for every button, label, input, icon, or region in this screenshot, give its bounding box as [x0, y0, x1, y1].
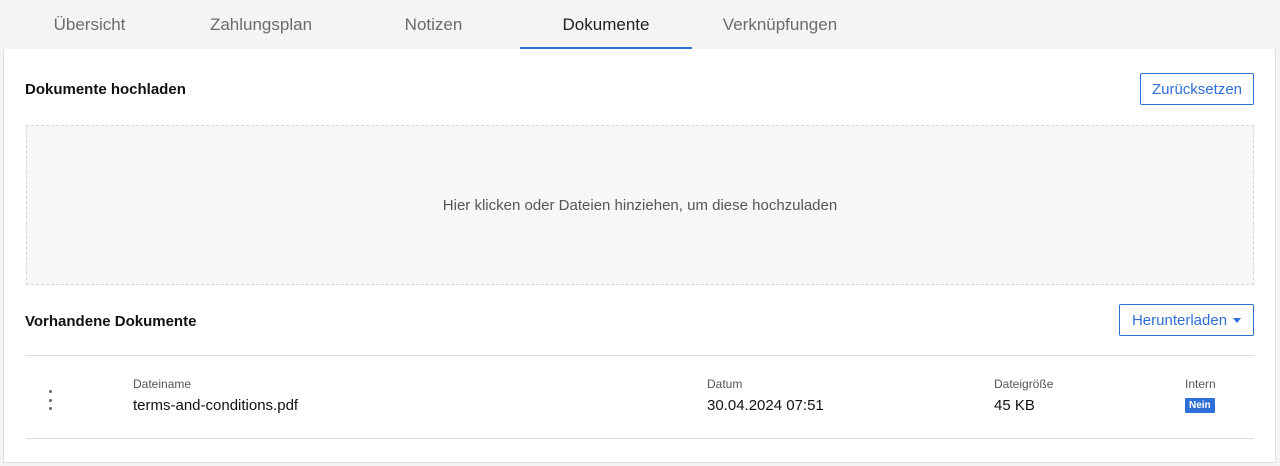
- internal-status-badge: Nein: [1185, 398, 1215, 413]
- tab-bar: Übersicht Zahlungsplan Notizen Dokumente…: [0, 0, 1280, 49]
- caret-down-icon: [1233, 317, 1242, 323]
- tab-notes[interactable]: Notizen: [372, 0, 495, 49]
- documents-panel: Dokumente hochladen Zurücksetzen Hier kl…: [3, 49, 1276, 463]
- column-label-date: Datum: [707, 377, 743, 391]
- upload-dropzone[interactable]: Hier klicken oder Dateien hinziehen, um …: [26, 125, 1254, 285]
- column-label-filename: Dateiname: [133, 377, 192, 391]
- tab-overview[interactable]: Übersicht: [22, 0, 157, 49]
- cell-size: 45 KB: [994, 397, 1035, 414]
- cell-date: 30.04.2024 07:51: [707, 397, 824, 414]
- table-bottom-divider: [26, 438, 1254, 439]
- upload-section-title: Dokumente hochladen: [25, 81, 186, 98]
- existing-section-title: Vorhandene Dokumente: [25, 313, 197, 330]
- download-button-label: Herunterladen: [1131, 311, 1228, 329]
- reset-button[interactable]: Zurücksetzen: [1140, 73, 1254, 105]
- column-label-internal: Intern: [1185, 377, 1216, 391]
- dropzone-text: Hier klicken oder Dateien hinziehen, um …: [442, 196, 838, 214]
- kebab-menu-icon[interactable]: [44, 390, 56, 410]
- cell-filename: terms-and-conditions.pdf: [133, 397, 299, 414]
- tab-documents[interactable]: Dokumente: [520, 0, 692, 49]
- table-top-divider: [26, 355, 1254, 356]
- tab-links[interactable]: Verknüpfungen: [708, 0, 852, 49]
- column-label-size: Dateigröße: [994, 377, 1054, 391]
- tab-payment-plan[interactable]: Zahlungsplan: [188, 0, 334, 49]
- download-dropdown-button[interactable]: Herunterladen: [1119, 304, 1254, 336]
